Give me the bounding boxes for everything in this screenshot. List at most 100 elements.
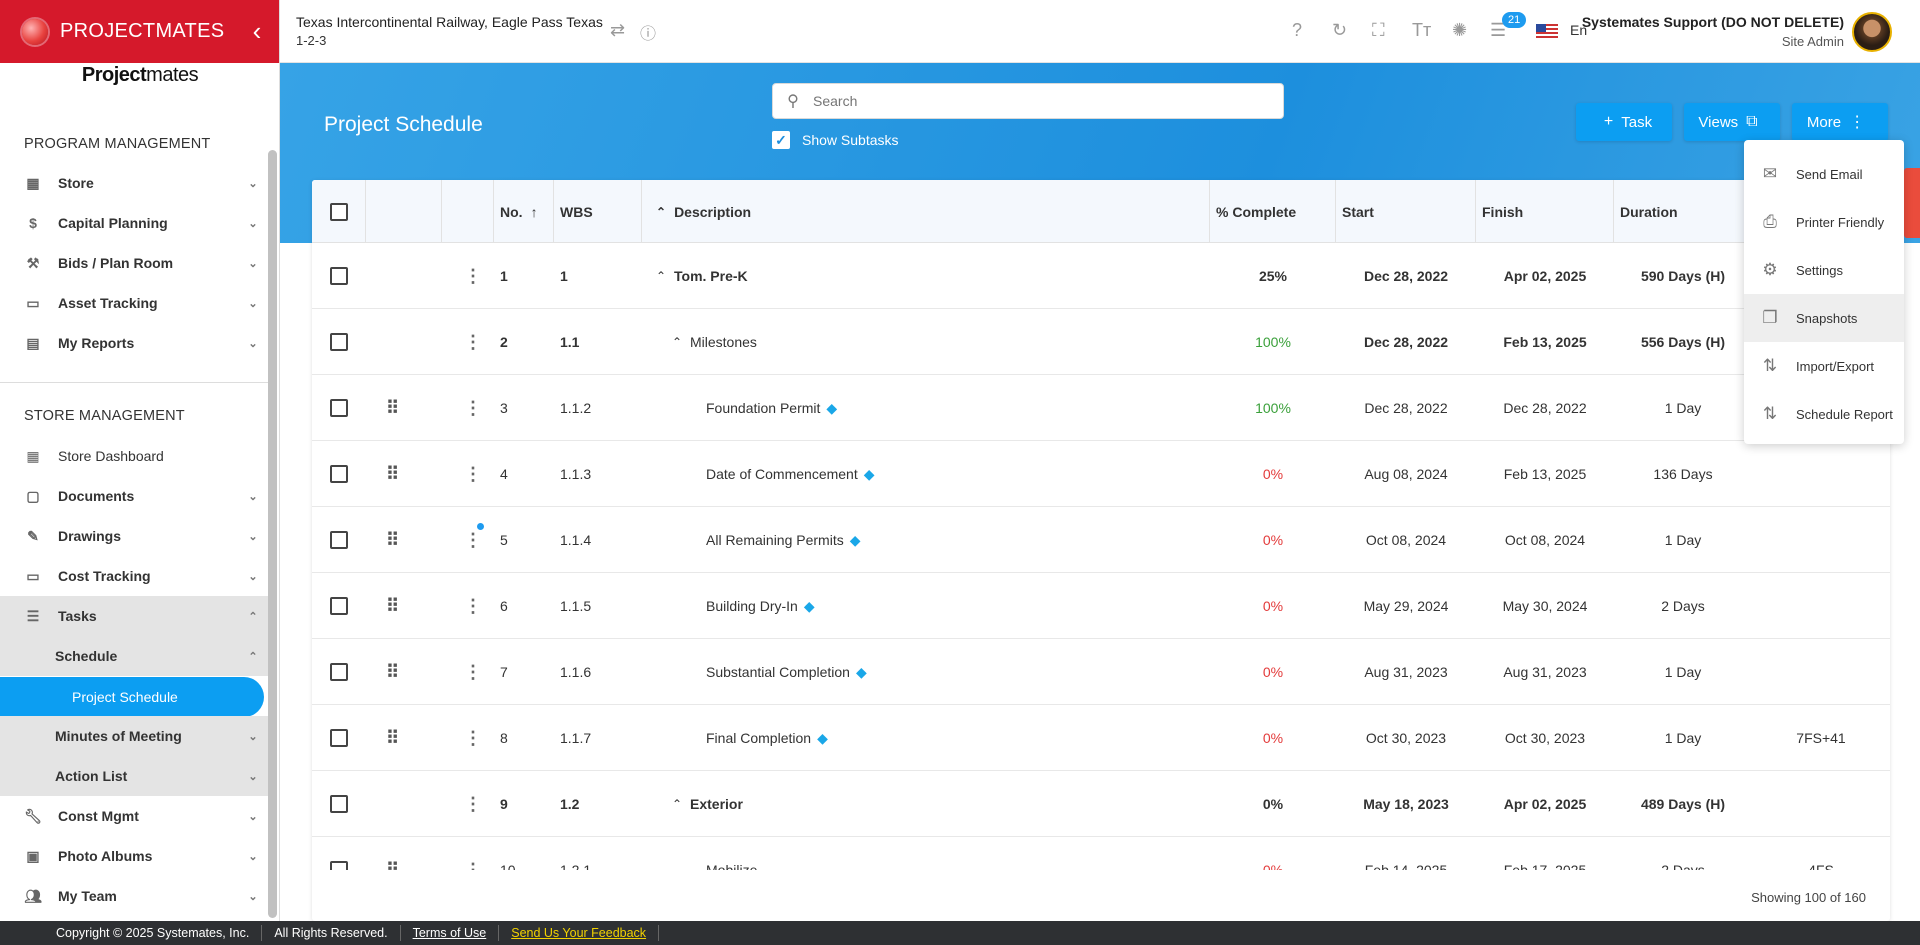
avatar[interactable] <box>1852 12 1892 52</box>
table-row[interactable]: ⠿ ⋮ 10 1.2.1 Mobilize 0% Feb 14, 2025 Fe… <box>312 837 1890 870</box>
row-description[interactable]: Tom. Pre-K <box>674 243 748 309</box>
row-description-cell[interactable]: Building Dry-In ◆ <box>706 573 815 639</box>
bulb-icon[interactable]: ✺ <box>1452 20 1467 41</box>
table-row[interactable]: ⋮ 1 1 ⌃ Tom. Pre-K 25% Dec 28, 2022 Apr … <box>312 243 1890 309</box>
fullscreen-icon[interactable]: ⛶ <box>1372 20 1385 41</box>
row-description-cell[interactable]: Substantial Completion ◆ <box>706 639 867 705</box>
sidebar-scrollbar[interactable] <box>268 150 277 918</box>
footer-terms-link[interactable]: Terms of Use <box>401 925 500 941</box>
row-description-cell[interactable]: All Remaining Permits ◆ <box>706 507 861 573</box>
row-checkbox[interactable] <box>330 399 348 417</box>
drag-handle-icon[interactable]: ⠿ <box>386 639 399 705</box>
column-header-finish[interactable]: Finish <box>1476 180 1614 243</box>
notification-badge[interactable]: 21 <box>1502 12 1527 28</box>
row-menu-icon[interactable]: ⋮ <box>464 375 482 441</box>
row-menu-icon[interactable]: ⋮ <box>464 441 482 507</box>
sidebar-item-project-schedule[interactable]: Project Schedule <box>0 677 264 717</box>
table-row[interactable]: ⠿ ⋮ 8 1.1.7 Final Completion ◆ 0% Oct 30,… <box>312 705 1890 771</box>
sidebar-item-my-reports[interactable]: ▤ My Reports ⌄ <box>0 323 268 363</box>
row-description[interactable]: Exterior <box>690 771 743 837</box>
drag-handle-icon[interactable]: ⠿ <box>386 837 399 871</box>
side-tab[interactable] <box>1904 168 1920 238</box>
sidebar-item-minutes-of-meeting[interactable]: Minutes of Meeting ⌄ <box>0 716 268 756</box>
table-row[interactable]: ⠿ ⋮ 5 1.1.4 All Remaining Permits ◆ 0% Oc… <box>312 507 1890 573</box>
table-row[interactable]: ⋮ 2 1.1 ⌃ Milestones 100% Dec 28, 2022 F… <box>312 309 1890 375</box>
row-checkbox[interactable] <box>330 267 348 285</box>
table-row[interactable]: ⠿ ⋮ 6 1.1.5 Building Dry-In ◆ 0% May 29, … <box>312 573 1890 639</box>
row-checkbox[interactable] <box>330 663 348 681</box>
table-row[interactable]: ⋮ 9 1.2 ⌃ Exterior 0% May 18, 2023 Apr 0… <box>312 771 1890 837</box>
search-box[interactable]: ⚲ <box>772 83 1284 119</box>
sidebar-item-const-mgmt[interactable]: 🔧︎ Const Mgmt ⌄ <box>0 796 268 836</box>
menu-item-import-export[interactable]: ⇅ Import/Export <box>1744 342 1904 390</box>
row-menu-icon[interactable]: ⋮ <box>464 243 482 309</box>
user-name[interactable]: Systemates Support (DO NOT DELETE) <box>1582 14 1844 30</box>
row-description[interactable]: Mobilize <box>706 837 757 870</box>
row-menu-icon[interactable]: ⋮ <box>464 639 482 705</box>
drag-handle-icon[interactable]: ⠿ <box>386 441 399 507</box>
show-subtasks-toggle[interactable]: ✓ Show Subtasks <box>772 131 899 149</box>
row-menu-icon[interactable]: ⋮ <box>464 705 482 771</box>
sidebar-item-cost-tracking[interactable]: ▭ Cost Tracking ⌄ <box>0 556 268 596</box>
collapse-icon[interactable]: ⌃ <box>656 243 666 309</box>
collapse-all-icon[interactable]: ⌃ <box>656 205 666 219</box>
info-icon[interactable]: ⓘ <box>640 20 656 44</box>
column-header-description[interactable]: ⌃ Description <box>642 180 1210 243</box>
sidebar-item-photo-albums[interactable]: ▣ Photo Albums ⌄ <box>0 836 268 876</box>
views-button[interactable]: Views ⧉ <box>1684 103 1780 141</box>
switch-project-icon[interactable]: ⇄ <box>610 20 625 41</box>
add-task-button[interactable]: + Task <box>1576 103 1672 141</box>
row-menu-icon[interactable]: ⋮ <box>464 309 482 375</box>
menu-item-settings[interactable]: ⚙ Settings <box>1744 246 1904 294</box>
menu-item-schedule-report[interactable]: ⇅ Schedule Report <box>1744 390 1904 438</box>
search-input[interactable] <box>813 93 1283 109</box>
menu-item-send-email[interactable]: ✉ Send Email <box>1744 150 1904 198</box>
sidebar-item-asset-tracking[interactable]: ▭ Asset Tracking ⌄ <box>0 283 268 323</box>
drag-handle-icon[interactable]: ⠿ <box>386 375 399 441</box>
sidebar-item-documents[interactable]: ▢ Documents ⌄ <box>0 476 268 516</box>
row-checkbox[interactable] <box>330 333 348 351</box>
menu-item-printer-friendly[interactable]: ⎙ Printer Friendly <box>1744 198 1904 246</box>
row-description-cell[interactable]: Foundation Permit ◆ <box>706 375 837 441</box>
table-row[interactable]: ⠿ ⋮ 3 1.1.2 Foundation Permit ◆ 100% Dec … <box>312 375 1890 441</box>
sidebar-item-tasks[interactable]: ☰ Tasks ⌃ <box>0 596 268 636</box>
drag-handle-icon[interactable]: ⠿ <box>386 573 399 639</box>
row-menu-icon[interactable]: ⋮ <box>464 507 482 573</box>
table-row[interactable]: ⠿ ⋮ 4 1.1.3 Date of Commencement ◆ 0% Aug… <box>312 441 1890 507</box>
text-size-icon[interactable]: Tт <box>1412 20 1431 41</box>
checkbox-checked-icon[interactable]: ✓ <box>772 131 790 149</box>
column-header-complete[interactable]: % Complete <box>1210 180 1336 243</box>
project-name[interactable]: Texas Intercontinental Railway, Eagle Pa… <box>296 14 603 30</box>
row-description-cell[interactable]: Final Completion ◆ <box>706 705 828 771</box>
column-header-no[interactable]: No. ↑ <box>494 180 554 243</box>
row-description[interactable]: Milestones <box>690 309 757 375</box>
sidebar-item-action-list[interactable]: Action List ⌄ <box>0 756 268 796</box>
row-checkbox[interactable] <box>330 795 348 813</box>
collapse-sidebar-icon[interactable]: ‹ <box>235 16 279 47</box>
sidebar-item-bids[interactable]: ⚒ Bids / Plan Room ⌄ <box>0 243 268 283</box>
select-all-checkbox[interactable] <box>329 202 348 221</box>
refresh-icon[interactable]: ↻ <box>1332 20 1347 41</box>
collapse-icon[interactable]: ⌃ <box>672 309 682 375</box>
sidebar-item-capital-planning[interactable]: $ Capital Planning ⌄ <box>0 203 268 243</box>
menu-item-snapshots[interactable]: ❐ Snapshots <box>1744 294 1904 342</box>
sidebar-item-drawings[interactable]: ✎ Drawings ⌄ <box>0 516 268 556</box>
sidebar-item-store[interactable]: ▦ Store ⌄ <box>0 163 268 203</box>
table-row[interactable]: ⠿ ⋮ 7 1.1.6 Substantial Completion ◆ 0% A… <box>312 639 1890 705</box>
column-header-wbs[interactable]: WBS <box>554 180 642 243</box>
row-description-cell[interactable]: Date of Commencement ◆ <box>706 441 875 507</box>
collapse-icon[interactable]: ⌃ <box>672 771 682 837</box>
row-menu-icon[interactable]: ⋮ <box>464 771 482 837</box>
row-menu-icon[interactable]: ⋮ <box>464 837 482 871</box>
row-checkbox[interactable] <box>330 861 348 870</box>
drag-handle-icon[interactable]: ⠿ <box>386 507 399 573</box>
sidebar-item-my-team[interactable]: 👥︎ My Team ⌄ <box>0 876 268 916</box>
row-checkbox[interactable] <box>330 465 348 483</box>
sidebar-item-schedule[interactable]: Schedule ⌃ <box>0 636 268 676</box>
more-button[interactable]: More ⋮ <box>1792 103 1888 141</box>
row-checkbox[interactable] <box>330 531 348 549</box>
row-menu-icon[interactable]: ⋮ <box>464 573 482 639</box>
footer-feedback-link[interactable]: Send Us Your Feedback <box>499 925 660 941</box>
column-header-start[interactable]: Start <box>1336 180 1476 243</box>
row-checkbox[interactable] <box>330 729 348 747</box>
